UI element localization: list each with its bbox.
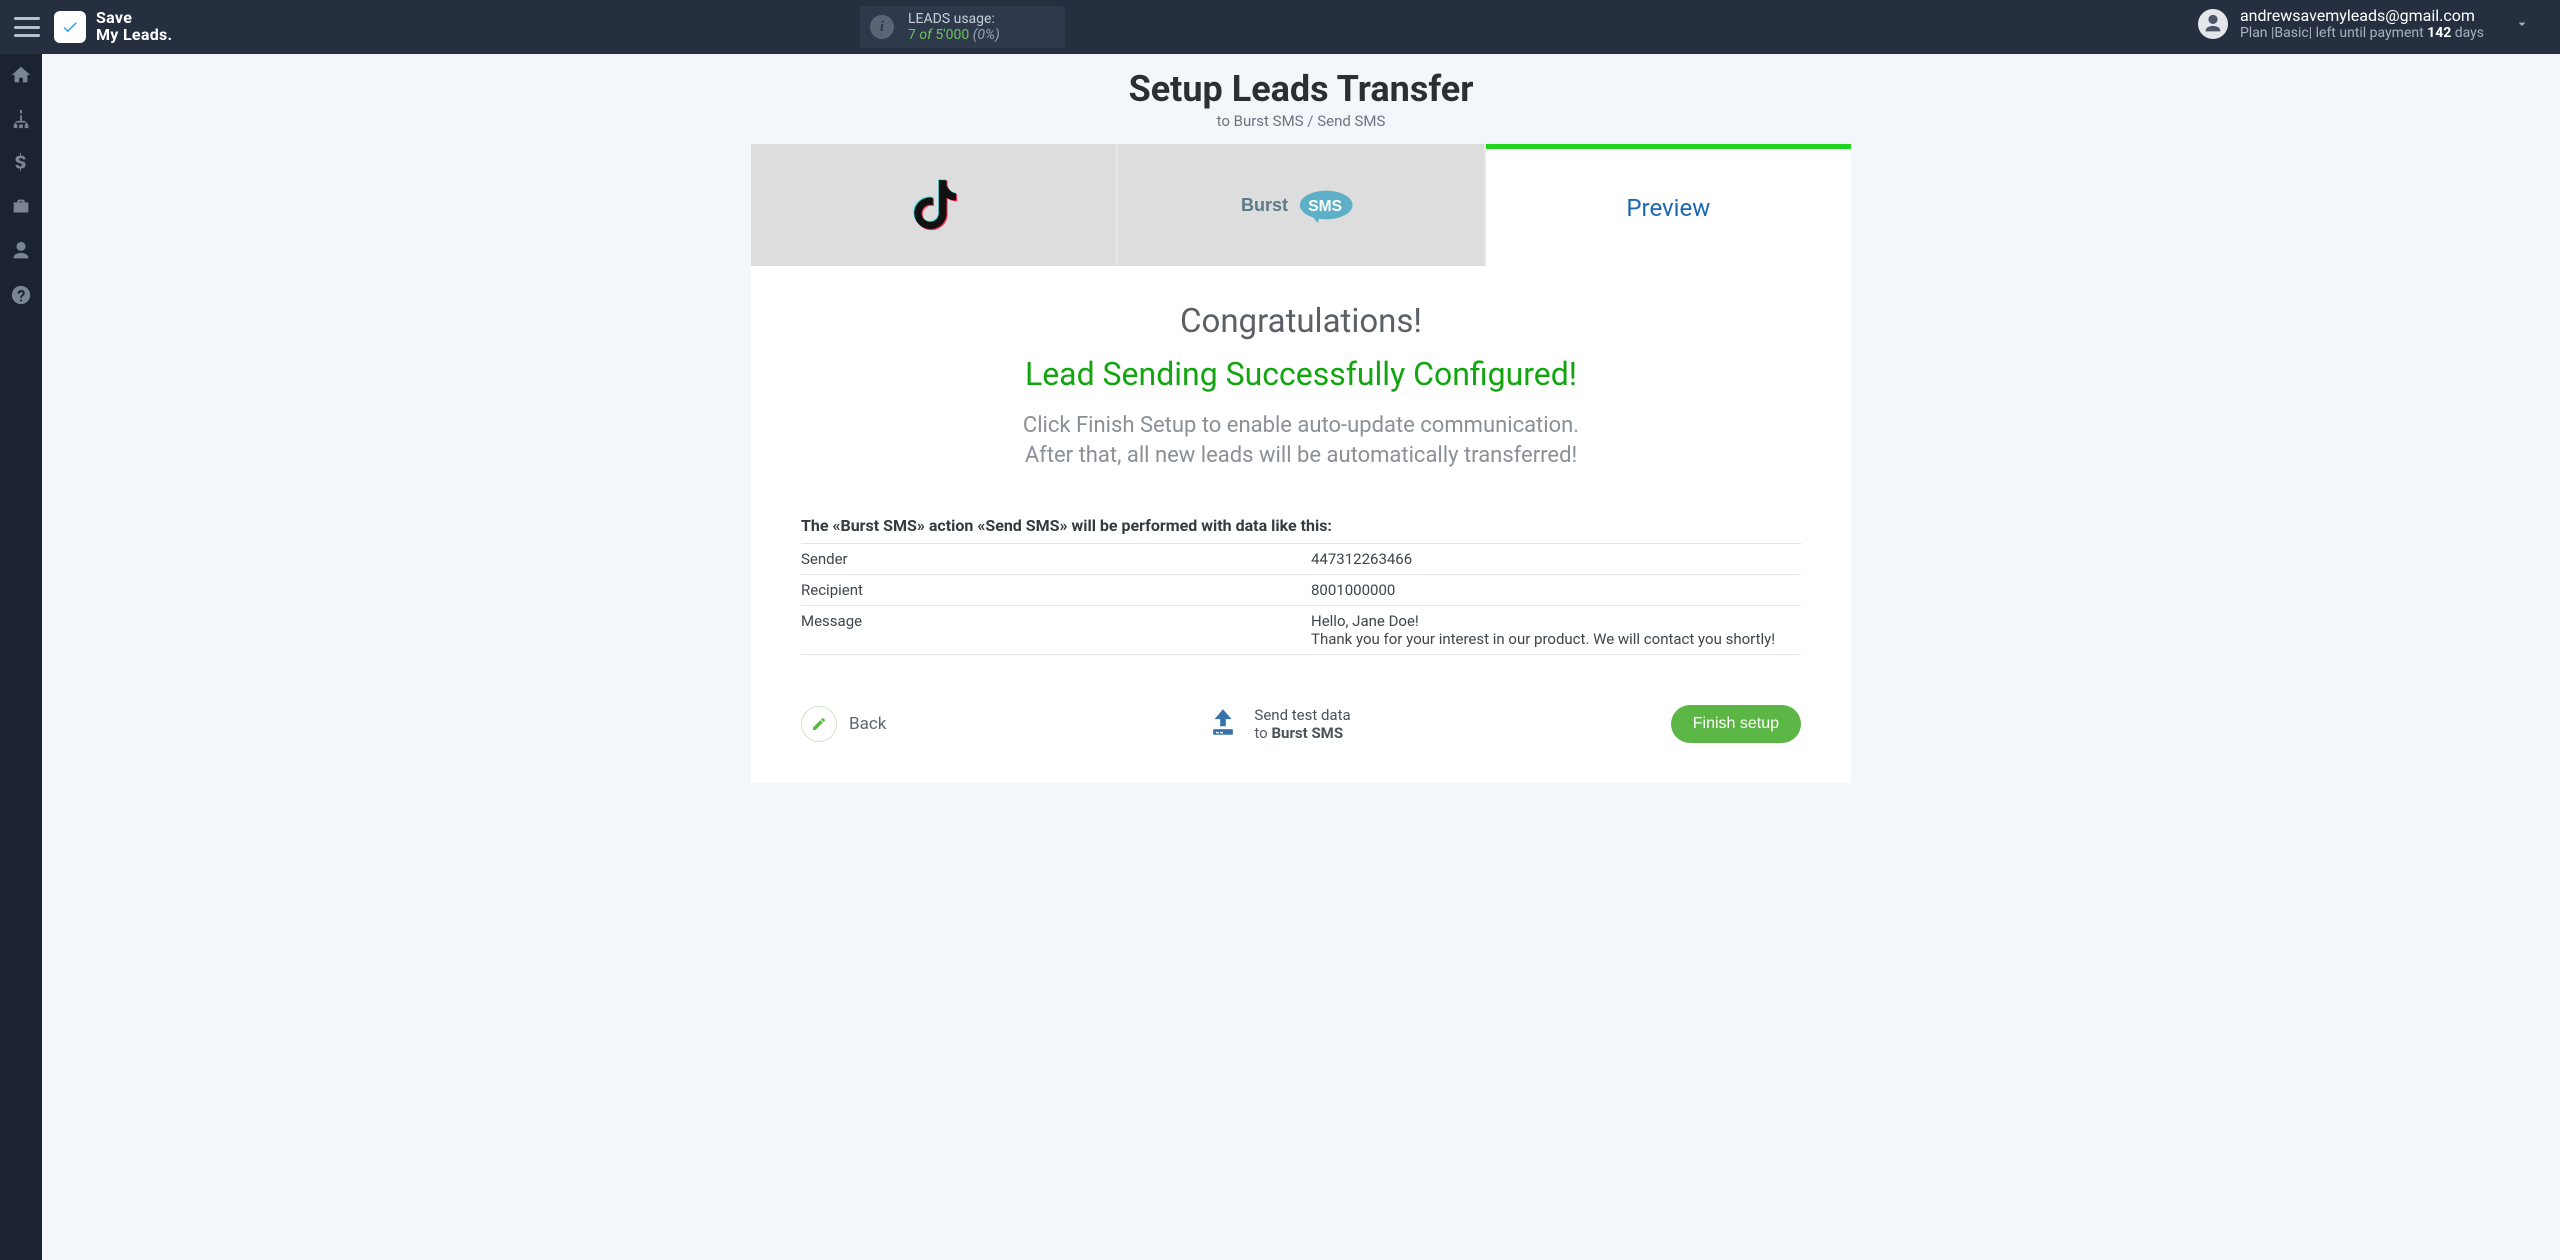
leads-usage-label: LEADS usage: (908, 11, 1000, 27)
row-key: Sender (801, 550, 1311, 568)
leads-total: 5'000 (935, 27, 969, 43)
account-email: andrewsavemyleads@gmail.com (2240, 6, 2484, 25)
send-test-button[interactable]: Send test data to Burst SMS (1206, 705, 1350, 743)
plan-days-word: days (2451, 25, 2484, 41)
wizard-tabs: Burst SMS Preview (751, 144, 1851, 266)
briefcase-icon[interactable] (10, 196, 32, 218)
leads-usage-text: LEADS usage: 7 of 5'000 (0%) (908, 11, 1000, 43)
leads-pct: (0%) (973, 27, 1000, 43)
row-value: Hello, Jane Doe! Thank you for your inte… (1311, 612, 1801, 648)
home-icon[interactable] (10, 64, 32, 86)
tab-preview-label: Preview (1626, 194, 1710, 222)
row-value: 8001000000 (1311, 581, 1801, 599)
svg-text:Burst: Burst (1241, 195, 1288, 215)
leads-used: 7 (908, 27, 916, 43)
send-test-text: Send test data to Burst SMS (1254, 706, 1350, 742)
tab-destination-burstsms[interactable]: Burst SMS (1118, 144, 1485, 266)
svg-text:SMS: SMS (1308, 198, 1342, 215)
sitemap-icon[interactable] (10, 108, 32, 130)
info-icon: i (870, 15, 894, 39)
pencil-icon (801, 706, 837, 742)
table-row: Sender 447312263466 (801, 544, 1801, 575)
send-test-to: to (1254, 724, 1271, 742)
send-test-line2: to Burst SMS (1254, 724, 1350, 742)
explain-line2: After that, all new leads will be automa… (801, 441, 1801, 471)
wizard-card: Burst SMS Preview Congratulations! Lead … (751, 144, 1851, 783)
page: Setup Leads Transfer to Burst SMS / Send… (42, 54, 2560, 783)
leads-usage-numbers: 7 of 5'000 (0%) (908, 27, 1000, 43)
leads-usage-pill[interactable]: i LEADS usage: 7 of 5'000 (0%) (860, 6, 1065, 48)
action-caption: The «Burst SMS» action «Send SMS» will b… (801, 516, 1801, 544)
leads-of-word: of (919, 27, 931, 43)
wizard-body: Congratulations! Lead Sending Successful… (751, 266, 1851, 783)
app-name: Save My Leads. (96, 10, 172, 44)
tiktok-icon (903, 174, 965, 236)
upload-icon (1206, 705, 1240, 743)
send-test-line1: Send test data (1254, 706, 1350, 724)
plan-days-num: 142 (2427, 25, 2451, 41)
table-row: Recipient 8001000000 (801, 575, 1801, 606)
checkmark-icon (61, 18, 79, 36)
row-key: Recipient (801, 581, 1311, 599)
finish-setup-button[interactable]: Finish setup (1671, 705, 1801, 743)
topbar: Save My Leads. i LEADS usage: 7 of 5'000… (0, 0, 2560, 54)
send-test-target: Burst SMS (1271, 724, 1343, 742)
account-block[interactable]: andrewsavemyleads@gmail.com Plan |Basic|… (2198, 6, 2530, 41)
burstsms-logo: Burst SMS (1241, 184, 1361, 226)
tab-preview[interactable]: Preview (1486, 144, 1851, 266)
hamburger-menu-button[interactable] (14, 17, 40, 37)
congrats-heading: Congratulations! (801, 302, 1801, 341)
plan-prefix: Plan |Basic| left until payment (2240, 25, 2427, 41)
table-row: Message Hello, Jane Doe! Thank you for y… (801, 606, 1801, 655)
avatar-icon (2198, 9, 2228, 39)
wizard-footer: Back Send test data to Burst SMS (801, 705, 1801, 743)
sidebar (0, 54, 42, 1260)
tab-source-tiktok[interactable] (751, 144, 1118, 266)
back-label: Back (849, 714, 886, 734)
page-title: Setup Leads Transfer (42, 68, 2560, 110)
success-heading: Lead Sending Successfully Configured! (801, 355, 1801, 393)
app-logo (54, 11, 86, 43)
explain-text: Click Finish Setup to enable auto-update… (801, 411, 1801, 470)
app-name-line2: My Leads. (96, 27, 172, 44)
help-icon[interactable] (10, 284, 32, 306)
row-value: 447312263466 (1311, 550, 1801, 568)
row-key: Message (801, 612, 1311, 648)
page-subtitle: to Burst SMS / Send SMS (42, 112, 2560, 130)
dollar-icon[interactable] (10, 152, 32, 174)
back-button[interactable]: Back (801, 706, 886, 742)
user-icon[interactable] (10, 240, 32, 262)
account-text: andrewsavemyleads@gmail.com Plan |Basic|… (2240, 6, 2484, 41)
account-plan: Plan |Basic| left until payment 142 days (2240, 25, 2484, 41)
chevron-down-icon[interactable] (2514, 16, 2530, 32)
explain-line1: Click Finish Setup to enable auto-update… (801, 411, 1801, 441)
